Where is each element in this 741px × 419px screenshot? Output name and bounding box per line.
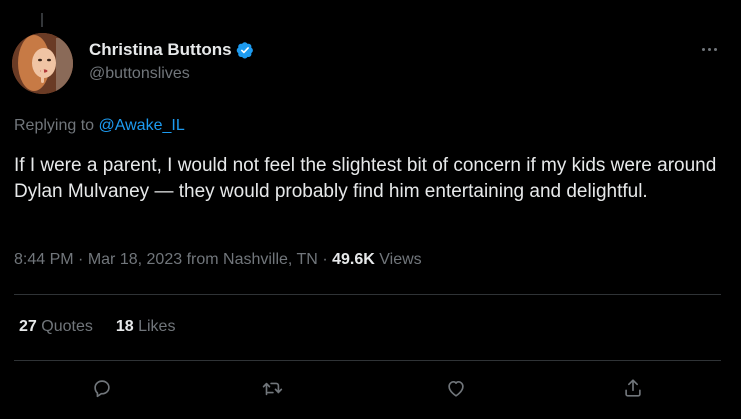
likes-count: 18 bbox=[115, 318, 134, 335]
more-options-button[interactable] bbox=[698, 41, 720, 57]
more-icon-dot bbox=[701, 47, 705, 51]
views-label: Views bbox=[379, 251, 422, 268]
avatar-image bbox=[12, 33, 73, 94]
reply-icon bbox=[94, 380, 110, 398]
mention-link[interactable]: @Awake_IL bbox=[99, 117, 185, 134]
verified-badge-icon bbox=[236, 41, 254, 59]
action-bar bbox=[0, 375, 741, 401]
meta-separator: · bbox=[78, 251, 84, 268]
likes-stat[interactable]: 18 Likes bbox=[116, 318, 176, 336]
views-count: 49.6K bbox=[332, 251, 375, 268]
meta-separator: · bbox=[322, 251, 328, 268]
likes-label: Likes bbox=[138, 318, 176, 335]
quotes-count: 27 bbox=[19, 318, 37, 335]
like-button[interactable] bbox=[443, 375, 469, 401]
avatar[interactable] bbox=[12, 33, 73, 94]
replying-to-label: Replying to bbox=[14, 117, 95, 134]
retweet-icon bbox=[262, 382, 283, 396]
tweet-text: If I were a parent, I would not feel the… bbox=[14, 155, 717, 202]
author-handle[interactable]: @buttonslives bbox=[89, 65, 190, 83]
reply-button[interactable] bbox=[89, 375, 115, 401]
tweet-time[interactable]: 8:44 PM bbox=[14, 251, 74, 268]
quotes-label: Quotes bbox=[41, 318, 93, 335]
thread-connector-line bbox=[41, 13, 43, 27]
tweet-location: from Nashville, TN bbox=[186, 251, 318, 268]
author-name-row[interactable]: Christina Buttons bbox=[89, 40, 254, 60]
divider bbox=[14, 294, 721, 295]
tweet-date[interactable]: Mar 18, 2023 bbox=[88, 251, 182, 268]
divider bbox=[14, 360, 721, 361]
more-icon-dot bbox=[713, 47, 717, 51]
engagement-stats: 27 Quotes 18 Likes bbox=[19, 318, 175, 336]
more-icon-dot bbox=[707, 47, 711, 51]
author-display-name[interactable]: Christina Buttons bbox=[89, 40, 232, 60]
share-button[interactable] bbox=[620, 375, 646, 401]
like-icon bbox=[448, 381, 464, 397]
tweet-meta: 8:44 PM · Mar 18, 2023 from Nashville, T… bbox=[14, 251, 422, 269]
retweet-button[interactable] bbox=[259, 375, 285, 401]
share-icon bbox=[625, 379, 641, 397]
replying-to: Replying to @Awake_IL bbox=[14, 117, 185, 135]
quotes-stat[interactable]: 27 Quotes bbox=[19, 318, 93, 336]
